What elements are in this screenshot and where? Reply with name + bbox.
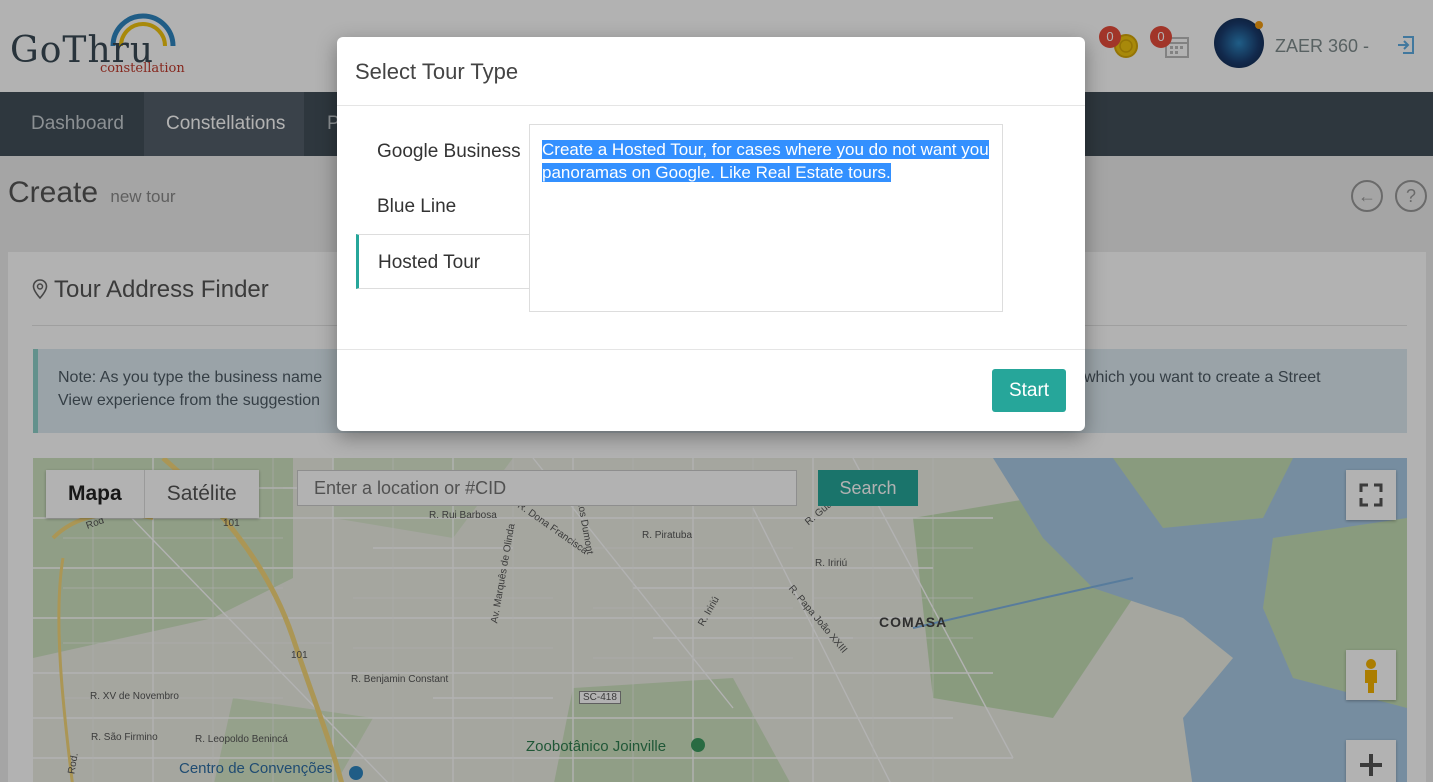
tab-blue-line[interactable]: Blue Line bbox=[356, 179, 530, 234]
select-tour-type-modal: Select Tour Type Google Business Blue Li… bbox=[337, 37, 1085, 431]
tab-google-business[interactable]: Google Business bbox=[356, 124, 530, 179]
modal-footer-divider bbox=[337, 349, 1085, 350]
start-button[interactable]: Start bbox=[992, 369, 1066, 412]
modal-divider bbox=[337, 105, 1085, 106]
tab-hosted-tour[interactable]: Hosted Tour bbox=[356, 234, 530, 289]
modal-title: Select Tour Type bbox=[355, 59, 519, 84]
tab-description: Create a Hosted Tour, for cases where yo… bbox=[542, 140, 989, 182]
tab-content-panel: Create a Hosted Tour, for cases where yo… bbox=[529, 124, 1003, 312]
